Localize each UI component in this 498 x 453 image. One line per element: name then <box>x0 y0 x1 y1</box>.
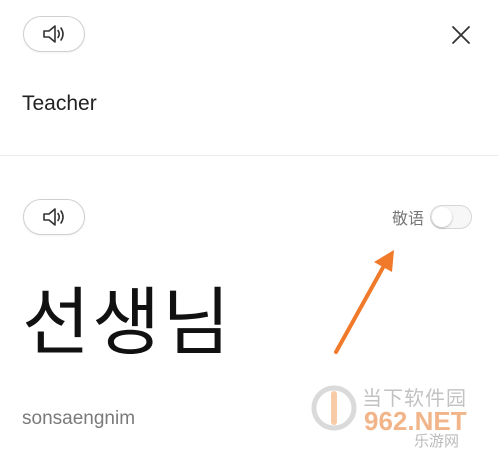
romanization: sonsaengnim <box>22 408 136 429</box>
english-word: Teacher <box>22 92 97 115</box>
close-icon <box>452 26 470 44</box>
play-english-audio-button[interactable] <box>23 16 85 52</box>
toggle-knob <box>432 207 453 227</box>
panel-divider <box>0 155 498 156</box>
speaker-icon <box>43 208 64 226</box>
korean-word: 선생님 <box>22 280 233 366</box>
watermark: 当下软件园 962.NET 乐游网 <box>310 378 498 453</box>
annotation-arrow <box>334 250 394 354</box>
watermark-logo-icon <box>311 385 357 431</box>
speaker-icon <box>43 25 64 43</box>
translation-source-panel: Teacher <box>0 0 498 155</box>
honorific-toggle[interactable] <box>430 205 473 229</box>
honorific-label: 敬语 <box>392 209 425 228</box>
close-button[interactable] <box>446 20 476 50</box>
play-korean-audio-button[interactable] <box>23 199 85 235</box>
watermark-line3: 乐游网 <box>414 432 460 450</box>
honorific-toggle-group: 敬语 <box>392 205 473 229</box>
